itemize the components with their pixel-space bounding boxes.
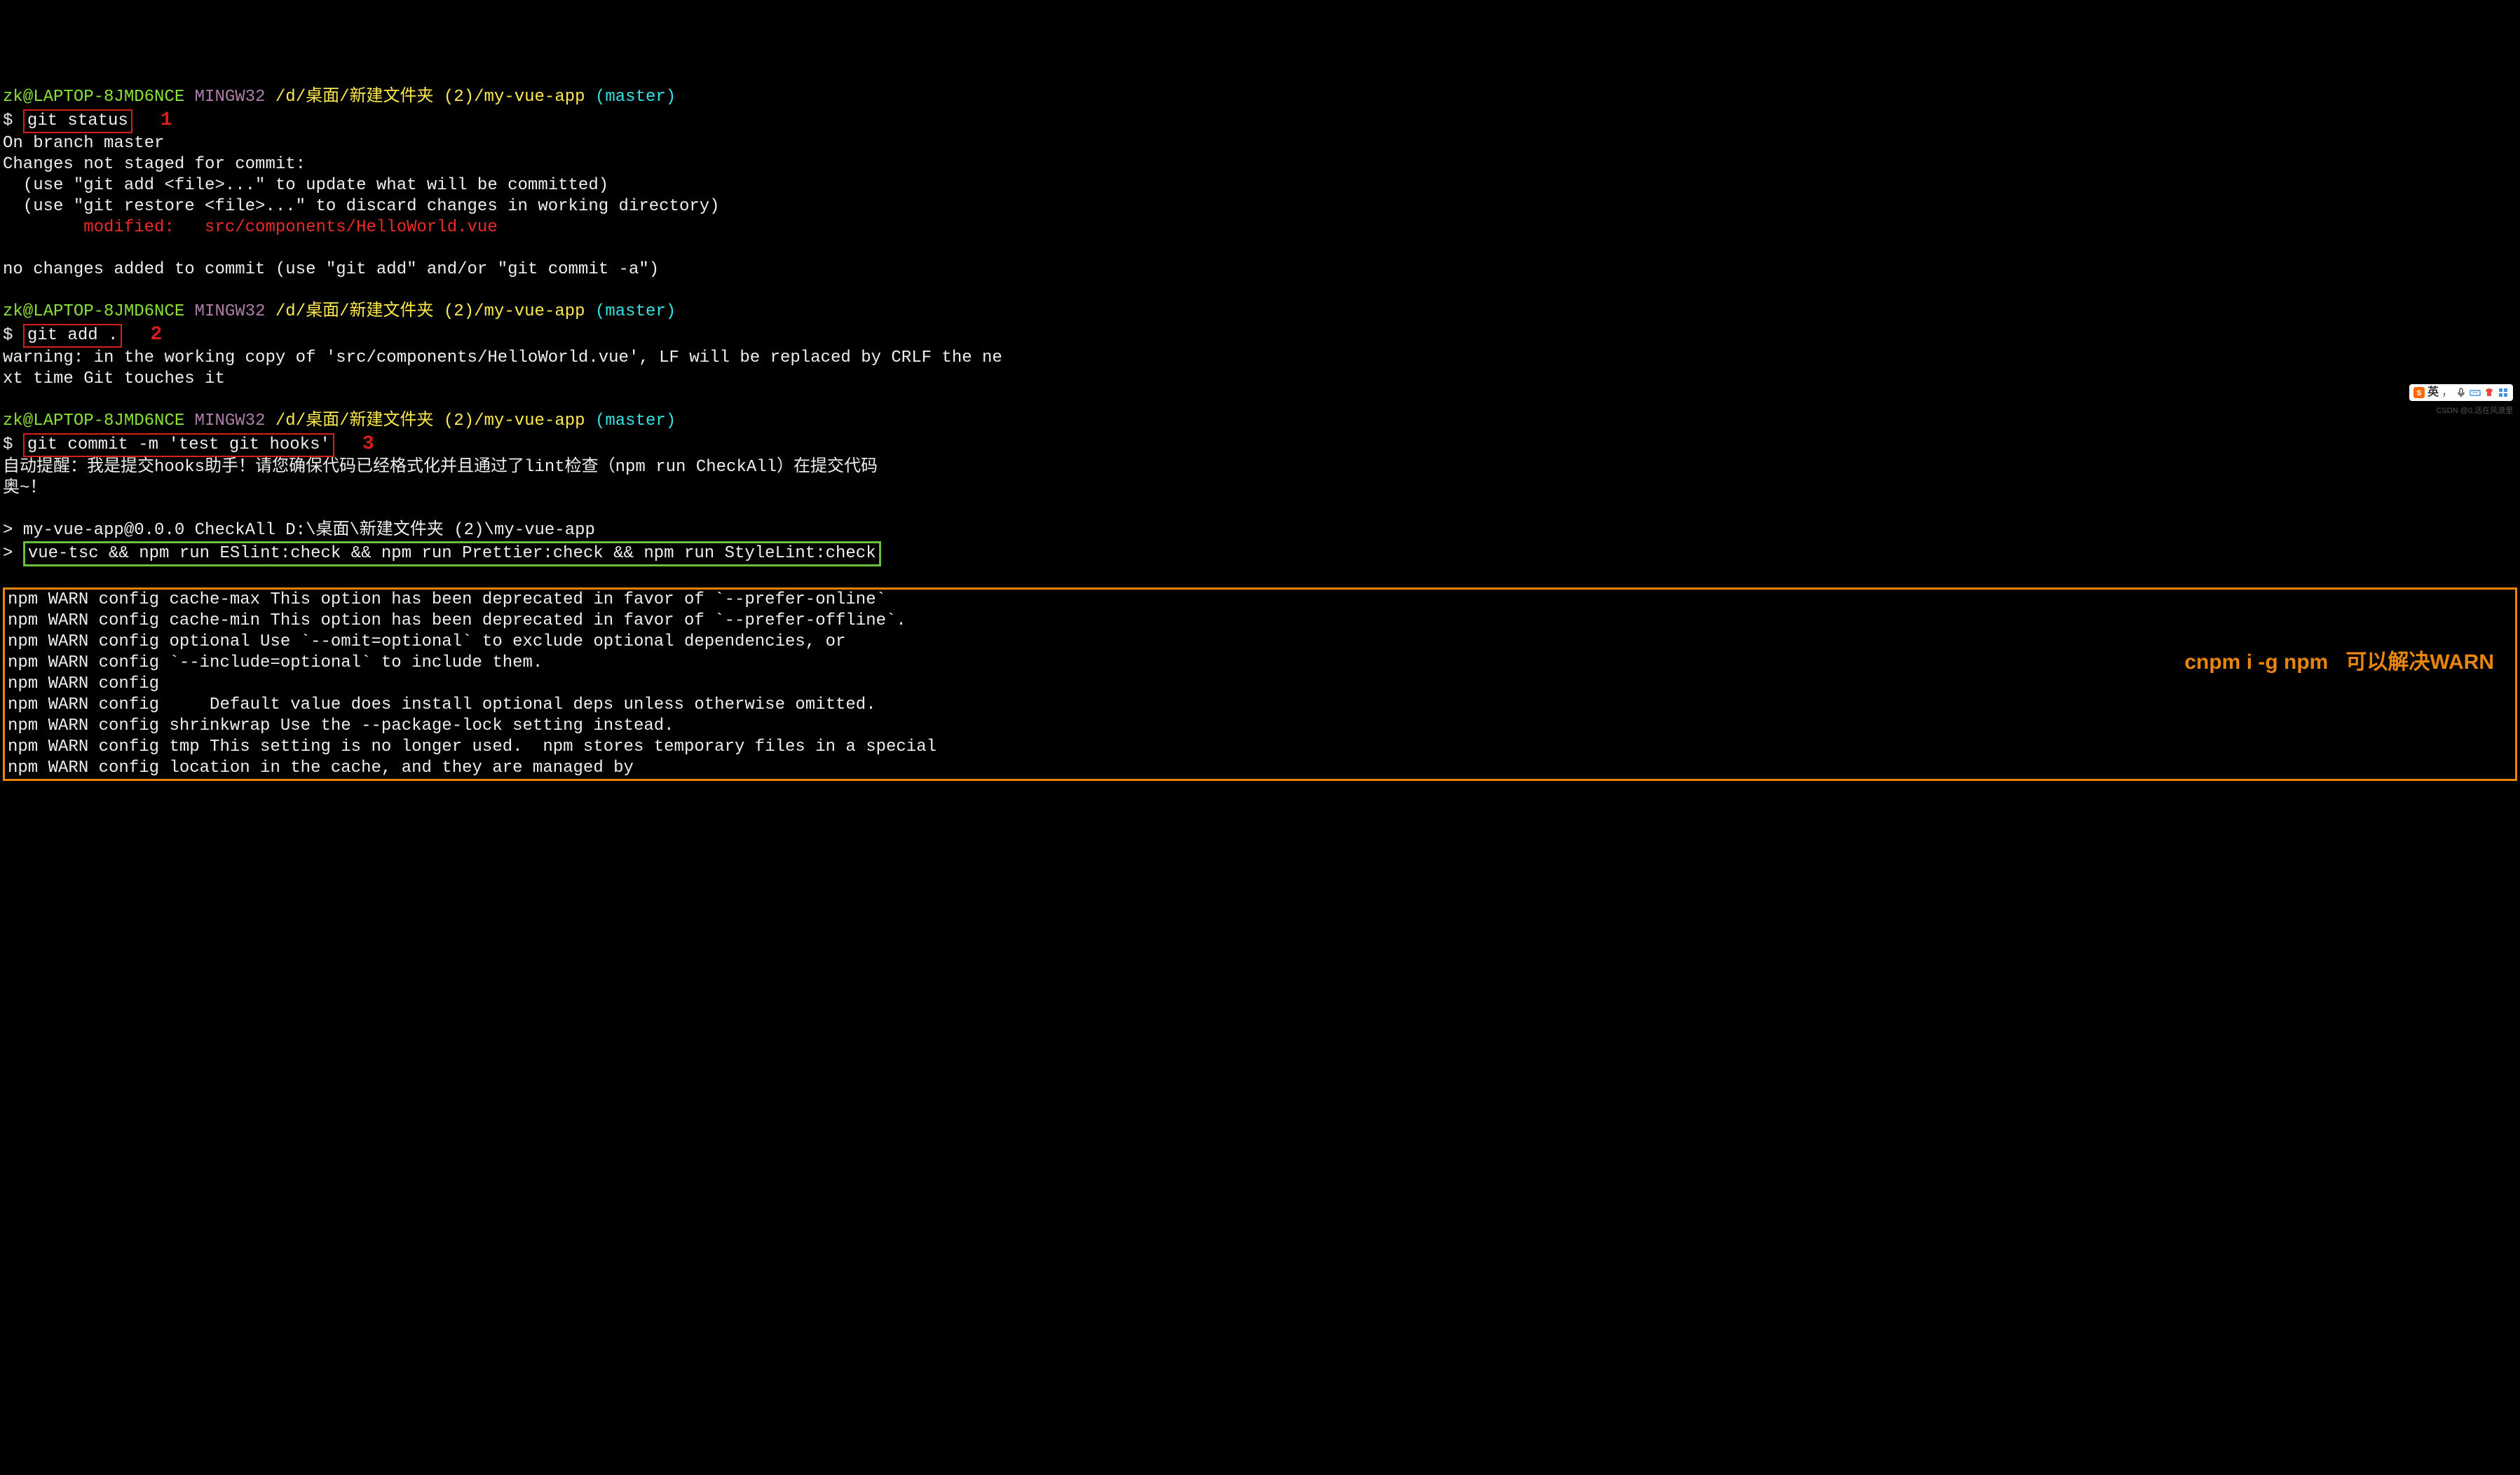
- prompt-line: zk@LAPTOP-8JMD6NCE MINGW32 /d/桌面/新建文件夹 (…: [3, 302, 676, 321]
- mic-icon[interactable]: [2456, 387, 2467, 398]
- warn-line: npm WARN config cache-max This option ha…: [8, 590, 886, 609]
- prompt-path: /d/桌面/新建文件夹 (2)/my-vue-app: [275, 302, 585, 321]
- prompt-branch: (master): [595, 88, 676, 107]
- warn-line: npm WARN config `--include=optional` to …: [8, 653, 543, 672]
- warn-line: npm WARN config tmp This setting is no l…: [8, 738, 937, 756]
- output-line: (use "git restore <file>..." to discard …: [3, 197, 720, 216]
- prompt-shell: MINGW32: [195, 302, 266, 321]
- prompt-path: /d/桌面/新建文件夹 (2)/my-vue-app: [275, 88, 585, 107]
- csdn-watermark: CSDN @0.活在风浪里: [2436, 407, 2513, 416]
- prompt-sigil: $: [3, 111, 23, 130]
- annotation-marker-3: 3: [362, 433, 374, 455]
- keyboard-icon[interactable]: [2470, 387, 2481, 398]
- warn-line: npm WARN config cache-min This option ha…: [8, 611, 906, 630]
- output-line: On branch master: [3, 134, 164, 153]
- sogou-icon: S: [2413, 387, 2425, 398]
- prompt-sigil: $: [3, 326, 23, 345]
- prompt-branch: (master): [595, 302, 676, 321]
- command-git-commit: git commit -m 'test git hooks': [23, 433, 334, 457]
- output-modified-file: modified: src/components/HelloWorld.vue: [3, 218, 498, 237]
- prompt-line: zk@LAPTOP-8JMD6NCE MINGW32 /d/桌面/新建文件夹 (…: [3, 88, 676, 107]
- output-line: (use "git add <file>..." to update what …: [3, 176, 608, 195]
- command-git-status: git status: [23, 109, 132, 133]
- command-git-add: git add .: [23, 324, 123, 348]
- warn-line: npm WARN config optional Use `--omit=opt…: [8, 632, 845, 651]
- warn-line: npm WARN config shrinkwrap Use the --pac…: [8, 716, 674, 735]
- output-line: xt time Git touches it: [3, 369, 225, 388]
- prompt-user: zk@LAPTOP-8JMD6NCE: [3, 412, 184, 430]
- annotation-marker-2: 2: [150, 324, 162, 346]
- prompt-user: zk@LAPTOP-8JMD6NCE: [3, 88, 184, 107]
- output-line: > my-vue-app@0.0.0 CheckAll D:\桌面\新建文件夹 …: [3, 521, 595, 540]
- ime-punct-icon[interactable]: ，: [2441, 386, 2453, 400]
- prompt-line: zk@LAPTOP-8JMD6NCE MINGW32 /d/桌面/新建文件夹 (…: [3, 412, 676, 430]
- terminal-output[interactable]: zk@LAPTOP-8JMD6NCE MINGW32 /d/桌面/新建文件夹 (…: [3, 87, 2517, 781]
- prompt-user: zk@LAPTOP-8JMD6NCE: [3, 302, 184, 321]
- toolbox-icon[interactable]: [2498, 387, 2509, 398]
- checkall-command: vue-tsc && npm run ESlint:check && npm r…: [23, 541, 881, 566]
- output-line: Changes not staged for commit:: [3, 155, 306, 174]
- warn-line: npm WARN config location in the cache, a…: [8, 759, 634, 777]
- prompt-sigil: $: [3, 435, 23, 454]
- skin-icon[interactable]: [2484, 387, 2495, 398]
- prompt-shell: MINGW32: [195, 88, 266, 107]
- prompt-path: /d/桌面/新建文件夹 (2)/my-vue-app: [275, 412, 585, 430]
- prompt-shell: MINGW32: [195, 412, 266, 430]
- svg-text:S: S: [2417, 390, 2422, 398]
- prompt-branch: (master): [595, 412, 676, 430]
- ime-lang-label[interactable]: 英: [2427, 386, 2439, 400]
- output-line: no changes added to commit (use "git add…: [3, 260, 659, 279]
- fix-annotation: cnpm i -g npm 可以解决WARN: [2184, 649, 2494, 676]
- output-line: 奥~！: [3, 479, 46, 498]
- annotation-marker-1: 1: [161, 109, 172, 131]
- warn-line: npm WARN config: [8, 674, 159, 693]
- warn-block: npm WARN config cache-max This option ha…: [3, 587, 2517, 781]
- output-line: warning: in the working copy of 'src/com…: [3, 348, 1002, 367]
- ime-toolbar[interactable]: S 英 ，: [2409, 384, 2513, 401]
- output-line: 自动提醒：我是提交hooks助手！请您确保代码已经格式化并且通过了lint检查（…: [3, 458, 878, 477]
- warn-line: npm WARN config Default value does insta…: [8, 695, 876, 714]
- output-line-prefix: >: [3, 544, 23, 563]
